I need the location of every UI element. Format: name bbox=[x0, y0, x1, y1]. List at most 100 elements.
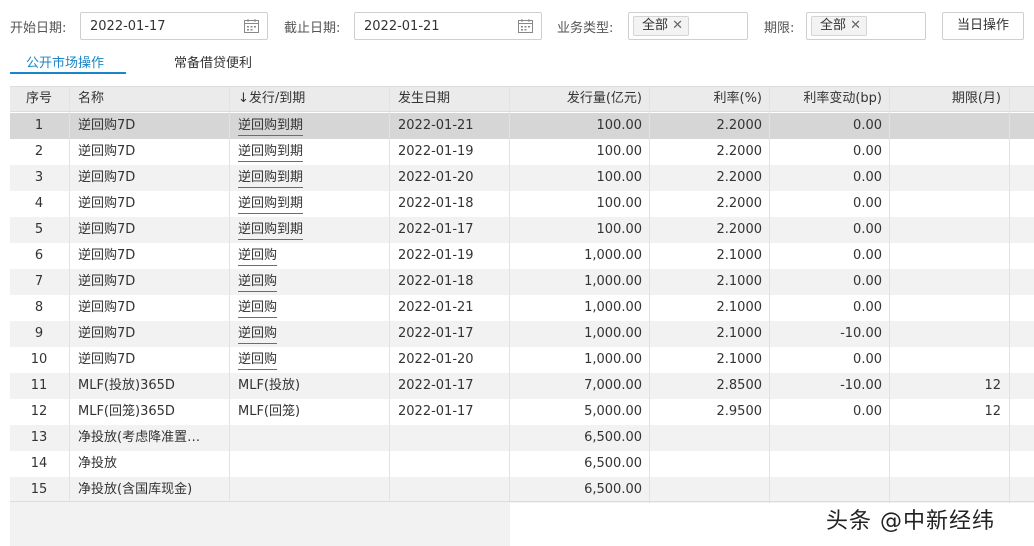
table-row[interactable]: 15 净投放(含国库现金) 6,500.00 bbox=[10, 477, 1034, 503]
header-type[interactable]: ↓发行/到期 bbox=[230, 87, 390, 111]
column-divider bbox=[69, 86, 70, 503]
cell-no: 10 bbox=[30, 352, 48, 367]
end-date-input[interactable]: 2022-01-21 bbox=[354, 12, 542, 40]
cell-rate: 2.2000 bbox=[716, 144, 763, 159]
header-amount[interactable]: 发行量(亿元) bbox=[510, 87, 642, 111]
cell-no: 2 bbox=[34, 144, 44, 159]
cell-change: 0.00 bbox=[853, 222, 882, 237]
today-operation-button[interactable]: 当日操作 bbox=[942, 12, 1024, 40]
table-row[interactable]: 3 逆回购7D 逆回购到期 2022-01-20 100.00 2.2000 0.00 bbox=[10, 165, 1034, 191]
cell-amount: 1,000.00 bbox=[584, 274, 642, 289]
filter-bar: 开始日期: 2022-01-17 截止日期: 2022-01-21 业务类型: … bbox=[0, 0, 1034, 48]
table-row[interactable]: 14 净投放 6,500.00 bbox=[10, 451, 1034, 477]
cell-rate: 2.8500 bbox=[716, 378, 763, 393]
type-link[interactable]: 逆回购到期 bbox=[238, 169, 304, 188]
type-link[interactable]: 逆回购到期 bbox=[238, 143, 304, 162]
term-select[interactable]: 全部 ✕ bbox=[806, 12, 926, 40]
cell-name: 逆回购7D bbox=[78, 300, 136, 315]
type-link[interactable]: 逆回购 bbox=[238, 299, 278, 318]
cell-rate: 2.2000 bbox=[716, 170, 763, 185]
cell-amount: 100.00 bbox=[596, 170, 643, 185]
header-rate-change[interactable]: 利率变动(bp) bbox=[770, 87, 882, 111]
cell-type: 逆回购到期 bbox=[230, 139, 390, 165]
table-row[interactable]: 6 逆回购7D 逆回购 2022-01-19 1,000.00 2.1000 0.00 bbox=[10, 243, 1034, 269]
cell-type: 逆回购到期 bbox=[230, 217, 390, 243]
watermark-text: 头条 @中新经纬 bbox=[826, 509, 995, 534]
table-row[interactable]: 10 逆回购7D 逆回购 2022-01-20 1,000.00 2.1000 0.00 bbox=[10, 347, 1034, 373]
table-row[interactable]: 8 逆回购7D 逆回购 2022-01-21 1,000.00 2.1000 0.00 bbox=[10, 295, 1034, 321]
cell-amount: 100.00 bbox=[596, 118, 643, 133]
tab-open-market[interactable]: 公开市场操作 bbox=[26, 52, 104, 71]
close-icon[interactable]: ✕ bbox=[850, 17, 861, 35]
cell-date: 2022-01-19 bbox=[398, 144, 474, 159]
table-row[interactable]: 1 逆回购7D 逆回购到期 2022-01-21 100.00 2.2000 0.00 bbox=[10, 113, 1034, 139]
cell-date: 2022-01-17 bbox=[398, 378, 474, 393]
table-row[interactable]: 12 MLF(回笼)365D MLF(回笼) 2022-01-17 5,000.00 2.… bbox=[10, 399, 1034, 425]
calendar-icon[interactable] bbox=[518, 19, 533, 33]
header-rate[interactable]: 利率(%) bbox=[650, 87, 763, 111]
cell-type: 逆回购 bbox=[230, 347, 390, 373]
cell-no: 13 bbox=[30, 430, 48, 445]
type-link[interactable]: 逆回购到期 bbox=[238, 117, 304, 136]
type-link[interactable]: 逆回购 bbox=[238, 247, 278, 266]
header-no[interactable]: 序号 bbox=[10, 87, 68, 111]
cell-amount: 1,000.00 bbox=[584, 326, 642, 341]
table-row[interactable]: 7 逆回购7D 逆回购 2022-01-18 1,000.00 2.1000 0.00 bbox=[10, 269, 1034, 295]
cell-change: 0.00 bbox=[853, 196, 882, 211]
cell-type: 逆回购 bbox=[230, 295, 390, 321]
type-link[interactable]: 逆回购到期 bbox=[238, 195, 304, 214]
cell-amount: 1,000.00 bbox=[584, 248, 642, 263]
cell-change: 0.00 bbox=[853, 170, 882, 185]
calendar-icon[interactable] bbox=[244, 19, 259, 33]
column-divider bbox=[769, 86, 770, 503]
cell-date: 2022-01-20 bbox=[398, 352, 474, 367]
cell-amount: 1,000.00 bbox=[584, 352, 642, 367]
type-link[interactable]: 逆回购 bbox=[238, 351, 278, 370]
cell-date: 2022-01-20 bbox=[398, 170, 474, 185]
table-row[interactable]: 4 逆回购7D 逆回购到期 2022-01-18 100.00 2.2000 0.00 bbox=[10, 191, 1034, 217]
table-row[interactable]: 13 净投放(考虑降准置… 6,500.00 bbox=[10, 425, 1034, 451]
tab-standing-lending[interactable]: 常备借贷便利 bbox=[174, 52, 252, 71]
biz-type-tag-label: 全部 bbox=[642, 18, 669, 33]
column-divider bbox=[229, 86, 230, 503]
cell-change bbox=[770, 477, 882, 503]
table-row[interactable]: 5 逆回购7D 逆回购到期 2022-01-17 100.00 2.2000 0.00 bbox=[10, 217, 1034, 243]
cell-date bbox=[390, 477, 510, 503]
cell-term bbox=[890, 139, 1001, 165]
header-term[interactable]: 期限(月) bbox=[890, 87, 1001, 111]
biz-type-select[interactable]: 全部 ✕ bbox=[628, 12, 748, 40]
cell-amount: 100.00 bbox=[596, 222, 643, 237]
header-date[interactable]: 发生日期 bbox=[390, 87, 510, 111]
column-divider bbox=[649, 86, 650, 503]
cell-term bbox=[890, 165, 1001, 191]
cell-change: 0.00 bbox=[853, 274, 882, 289]
cell-name: 逆回购7D bbox=[78, 196, 136, 211]
table-row[interactable]: 11 MLF(投放)365D MLF(投放) 2022-01-17 7,000.00 2.… bbox=[10, 373, 1034, 399]
cell-amount: 100.00 bbox=[596, 144, 643, 159]
cell-amount: 5,000.00 bbox=[584, 404, 642, 419]
cell-type: MLF(投放) bbox=[238, 378, 301, 393]
cell-rate: 2.1000 bbox=[716, 352, 763, 367]
cell-no: 9 bbox=[34, 326, 44, 341]
cell-term bbox=[890, 295, 1001, 321]
cell-name: 逆回购7D bbox=[78, 326, 136, 341]
type-link[interactable]: 逆回购 bbox=[238, 325, 278, 344]
type-link[interactable]: 逆回购到期 bbox=[238, 221, 304, 240]
cell-rate bbox=[650, 451, 762, 477]
header-name[interactable]: 名称 bbox=[70, 87, 230, 111]
table-row[interactable]: 9 逆回购7D 逆回购 2022-01-17 1,000.00 2.1000 -10.00 bbox=[10, 321, 1034, 347]
cell-rate: 2.2000 bbox=[716, 222, 763, 237]
cell-term bbox=[890, 321, 1001, 347]
term-label: 期限: bbox=[764, 21, 795, 36]
cell-no: 7 bbox=[34, 274, 44, 289]
type-link[interactable]: 逆回购 bbox=[238, 273, 278, 292]
cell-date: 2022-01-18 bbox=[398, 196, 474, 211]
cell-type: 逆回购到期 bbox=[230, 113, 390, 139]
close-icon[interactable]: ✕ bbox=[672, 17, 683, 35]
cell-no: 4 bbox=[34, 196, 44, 211]
table-row[interactable]: 2 逆回购7D 逆回购到期 2022-01-19 100.00 2.2000 0.00 bbox=[10, 139, 1034, 165]
cell-type bbox=[230, 451, 390, 477]
cell-rate: 2.1000 bbox=[716, 274, 763, 289]
table-header: 序号 名称 ↓发行/到期 发生日期 发行量(亿元) 利率(%) 利率变动(bp)… bbox=[10, 86, 1034, 112]
start-date-input[interactable]: 2022-01-17 bbox=[80, 12, 268, 40]
